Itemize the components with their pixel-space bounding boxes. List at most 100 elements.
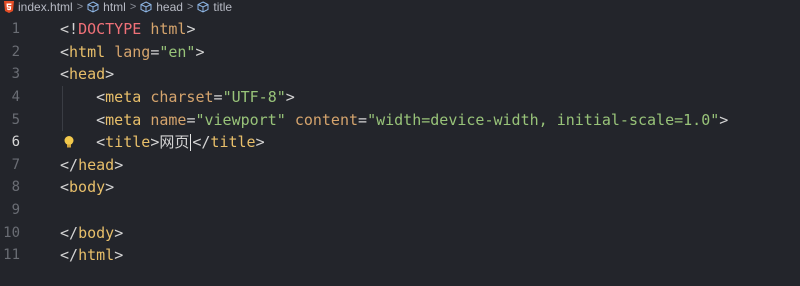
breadcrumb: index.html > html > head > title xyxy=(0,0,232,14)
code-token: = xyxy=(150,42,160,61)
breadcrumb-item-label: html xyxy=(103,0,126,14)
chevron-right-icon: > xyxy=(129,1,137,13)
code-token: charset xyxy=(150,88,214,107)
code-token: meta xyxy=(105,88,142,107)
code-token: html xyxy=(150,20,187,39)
code-line[interactable]: 4 <meta charset="UTF-8"> xyxy=(0,85,800,109)
line-number: 9 xyxy=(11,202,20,219)
line-number: 3 xyxy=(11,66,20,83)
code-token: < xyxy=(60,42,70,61)
code-token: lang xyxy=(114,42,151,61)
code-token: body xyxy=(69,178,106,197)
code-token: > xyxy=(105,65,115,84)
code-line[interactable]: 5 <meta name="viewport" content="width=d… xyxy=(0,108,800,131)
code-token: head xyxy=(78,155,115,174)
code-token: title xyxy=(105,133,151,152)
line-number: 8 xyxy=(11,179,20,196)
code-text: <!DOCTYPE html> xyxy=(60,18,195,40)
code-line[interactable]: 8 <body> xyxy=(0,176,800,199)
html5-icon xyxy=(4,1,14,13)
code-token: "en" xyxy=(159,42,196,61)
code-token: body xyxy=(78,223,115,242)
cube-icon xyxy=(87,1,99,13)
code-token: > xyxy=(114,246,124,265)
code-token: content xyxy=(294,110,359,129)
code-line[interactable]: 6 <title>网页 </title> xyxy=(0,131,800,154)
code-text: <head> xyxy=(60,63,114,85)
code-token: < xyxy=(60,110,106,129)
code-token: > xyxy=(285,88,295,107)
code-token: = xyxy=(213,88,223,107)
code-line[interactable]: 11 </html> xyxy=(0,244,800,267)
code-token: </ xyxy=(60,155,79,174)
code-text: <body> xyxy=(60,176,114,198)
code-token: meta xyxy=(105,110,142,129)
code-token: "viewport" xyxy=(195,110,286,129)
breadcrumb-item-head[interactable]: head xyxy=(140,0,183,14)
cube-icon xyxy=(140,1,152,13)
code-text: <meta name="viewport" content="width=dev… xyxy=(60,109,728,131)
code-token: name xyxy=(150,110,187,129)
code-token: > xyxy=(114,155,124,174)
code-token: > xyxy=(105,178,115,197)
code-token: title xyxy=(210,133,256,152)
code-line[interactable]: 10 </body> xyxy=(0,221,800,244)
code-token: > xyxy=(186,20,196,39)
code-token: "UTF-8" xyxy=(222,88,286,107)
code-token: DOCTYPE xyxy=(78,20,142,39)
code-token: html xyxy=(78,246,115,265)
breadcrumb-item-title[interactable]: title xyxy=(197,0,232,14)
code-token: </ xyxy=(60,223,79,242)
code-text: </body> xyxy=(60,222,123,244)
line-number: 4 xyxy=(11,89,20,106)
chevron-right-icon: > xyxy=(76,1,84,13)
code-token: < xyxy=(60,178,70,197)
code-text: </head> xyxy=(60,154,123,176)
code-token: < xyxy=(60,88,106,107)
line-number: 1 xyxy=(11,21,20,38)
code-token: </ xyxy=(192,133,211,152)
breadcrumb-file[interactable]: index.html xyxy=(4,0,73,14)
code-token: "width=device-width, initial-scale=1.0" xyxy=(367,110,720,129)
code-token: 网页 xyxy=(159,133,190,152)
breadcrumb-item-label: title xyxy=(213,0,233,14)
code-lines: 1 <!DOCTYPE html> 2 <html lang="en"> 3 <head>… xyxy=(0,18,800,267)
line-number: 6 xyxy=(11,134,20,151)
code-token: > xyxy=(255,133,265,152)
code-editor[interactable]: index.html > html > head > title 1 <!DOC… xyxy=(0,0,800,286)
breadcrumb-item-html[interactable]: html xyxy=(87,0,126,14)
code-text: <meta charset="UTF-8"> xyxy=(60,86,295,108)
chevron-right-icon: > xyxy=(186,1,194,13)
code-token: < xyxy=(60,133,106,152)
breadcrumb-item-label: head xyxy=(156,0,183,14)
breadcrumb-file-label: index.html xyxy=(18,0,73,14)
code-line[interactable]: 9 xyxy=(0,199,800,222)
line-number: 10 xyxy=(3,224,20,241)
code-token: > xyxy=(114,223,124,242)
code-token: > xyxy=(150,133,160,152)
line-number: 5 xyxy=(11,111,20,128)
code-line[interactable]: 2 <html lang="en"> xyxy=(0,41,800,64)
line-number: 11 xyxy=(3,247,20,264)
cube-icon xyxy=(197,1,209,13)
line-number: 7 xyxy=(11,156,20,173)
code-text: <html lang="en"> xyxy=(60,41,205,63)
line-number: 2 xyxy=(11,43,20,60)
code-line[interactable]: 7 </head> xyxy=(0,154,800,177)
code-token: <! xyxy=(60,20,79,39)
code-line[interactable]: 3 <head> xyxy=(0,63,800,86)
code-text: <title>网页 </title> xyxy=(60,131,265,153)
code-token: > xyxy=(719,110,729,129)
code-line[interactable]: 1 <!DOCTYPE html> xyxy=(0,18,800,41)
code-token: html xyxy=(69,42,106,61)
code-text: </html> xyxy=(60,244,123,266)
code-token: </ xyxy=(60,246,79,265)
code-token: > xyxy=(195,42,205,61)
code-token: head xyxy=(69,65,106,84)
code-token: = xyxy=(358,110,368,129)
